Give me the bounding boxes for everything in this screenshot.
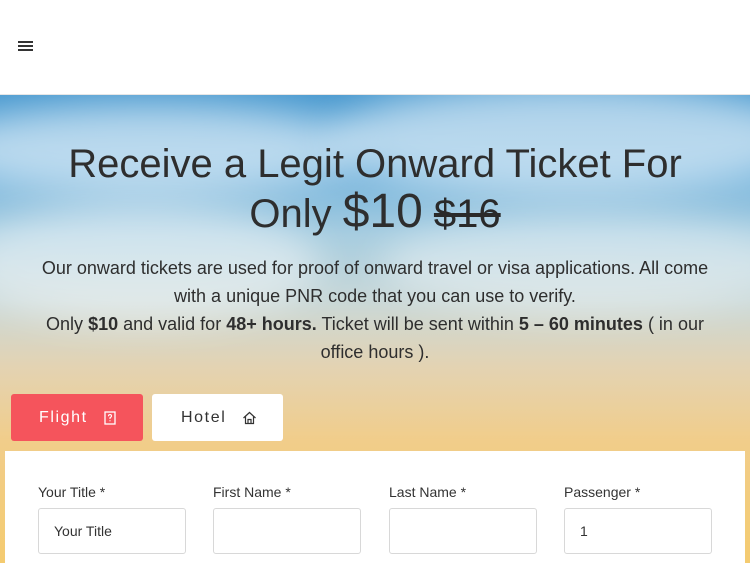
price-now: $10 bbox=[342, 185, 423, 238]
booking-form-panel: Your Title * First Name * Last Name * Pa… bbox=[5, 451, 745, 563]
page-title: Receive a Legit Onward Ticket For Only $… bbox=[0, 140, 750, 238]
headline-line-2: Only $10 $16 bbox=[0, 188, 750, 238]
desc-price: $10 bbox=[88, 314, 119, 334]
title-select[interactable] bbox=[38, 508, 186, 554]
desc-line-2: Only $10 and valid for 48+ hours. Ticket… bbox=[24, 310, 726, 366]
desc-minutes: 5 – 60 minutes bbox=[518, 314, 643, 334]
desc-only: Only bbox=[46, 314, 84, 334]
document-icon bbox=[104, 410, 116, 425]
desc-valid: and valid for bbox=[123, 314, 222, 334]
first-name-label: First Name * bbox=[213, 484, 291, 500]
passenger-label: Passenger * bbox=[564, 484, 641, 500]
headline-line-1: Receive a Legit Onward Ticket For bbox=[68, 142, 682, 186]
tab-flight-label: Flight bbox=[39, 408, 88, 426]
tab-hotel-label: Hotel bbox=[181, 408, 227, 426]
desc-hours: 48+ hours. bbox=[226, 314, 317, 334]
desc-sent: Ticket will be sent within bbox=[321, 314, 514, 334]
title-field-label: Your Title * bbox=[38, 484, 106, 500]
hero-section: Receive a Legit Onward Ticket For Only $… bbox=[0, 94, 750, 563]
first-name-input[interactable] bbox=[213, 508, 361, 554]
hero-description: Our onward tickets are used for proof of… bbox=[24, 254, 726, 366]
price-old: $16 bbox=[433, 192, 501, 236]
headline-only: Only bbox=[249, 192, 332, 236]
top-navbar bbox=[0, 0, 750, 95]
desc-line-1: Our onward tickets are used for proof of… bbox=[41, 258, 709, 306]
passenger-input[interactable] bbox=[564, 508, 712, 554]
last-name-input[interactable] bbox=[389, 508, 537, 554]
tab-flight[interactable]: Flight bbox=[11, 394, 143, 441]
tab-hotel[interactable]: Hotel bbox=[152, 394, 283, 441]
home-icon bbox=[242, 411, 257, 425]
hamburger-menu-icon[interactable] bbox=[18, 38, 36, 54]
last-name-label: Last Name * bbox=[389, 484, 467, 500]
